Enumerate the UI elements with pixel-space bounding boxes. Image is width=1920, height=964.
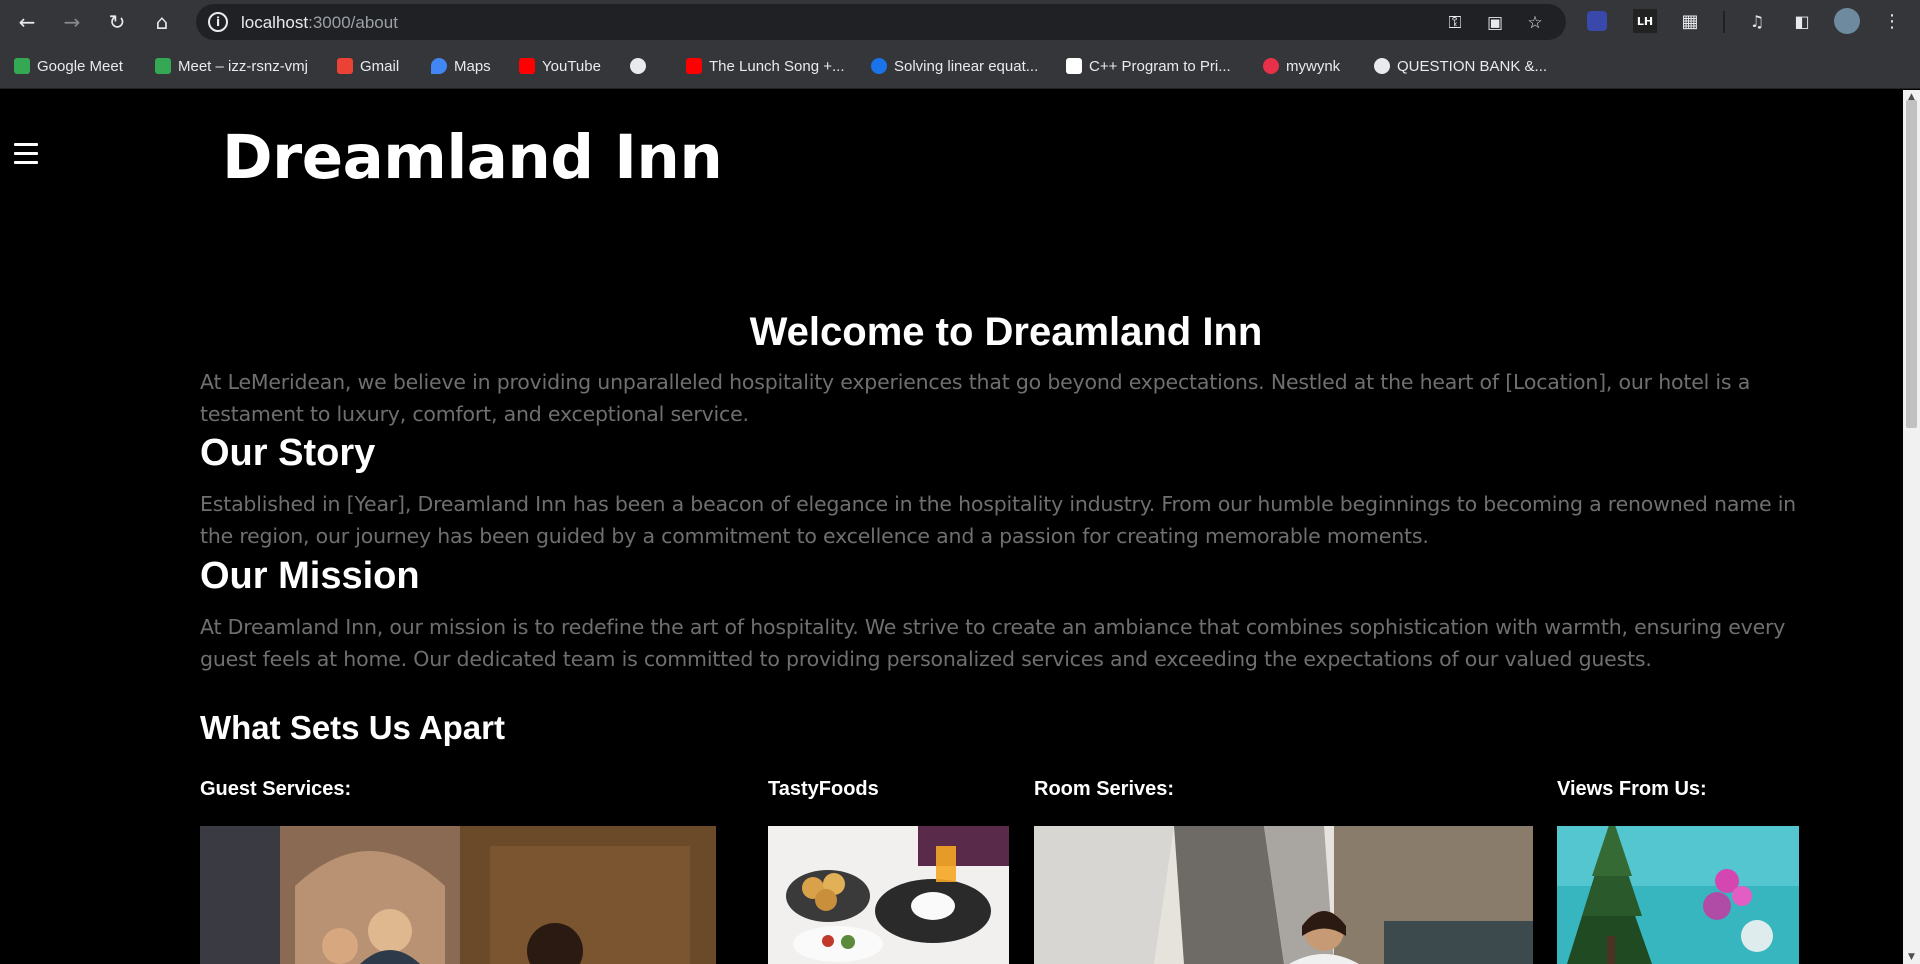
extension-reader-icon[interactable] (1587, 11, 1607, 31)
bookmark-label: The Lunch Song +... (709, 57, 845, 75)
story-heading: Our Story (200, 432, 376, 474)
address-bar[interactable]: i localhost:3000/about ⚿ ▣ ☆ (196, 4, 1566, 40)
cymath-icon (871, 58, 887, 74)
profile-avatar[interactable] (1834, 8, 1860, 34)
bookmark-item[interactable]: mywynk (1263, 55, 1340, 77)
room-service-photo (1034, 826, 1533, 964)
feature-title-guest-services: Guest Services: (200, 778, 352, 800)
youtube-icon (519, 58, 535, 74)
back-arrow-icon[interactable]: ← (13, 8, 41, 36)
media-control-icon[interactable]: ♫ (1745, 9, 1769, 33)
forward-arrow-icon[interactable]: → (58, 8, 86, 36)
url-host: localhost (241, 13, 309, 32)
nav-login[interactable]: Login (1644, 137, 1683, 155)
bookmark-star-icon[interactable]: ☆ (1524, 12, 1546, 34)
bookmark-label: Solving linear equat... (894, 57, 1039, 75)
tree-view-photo (1557, 826, 1799, 964)
bookmark-item[interactable]: Google Meet (14, 55, 123, 77)
bookmark-label: Google Meet (37, 57, 123, 75)
story-text: Established in [Year], Dreamland Inn has… (200, 492, 1796, 548)
nav-register[interactable]: Register (1760, 137, 1820, 155)
feature-title-views: Views From Us: (1557, 778, 1707, 800)
welcome-text: At LeMeridean, we believe in providing u… (200, 370, 1751, 426)
bookmark-label: Maps (454, 57, 491, 75)
bookmark-item[interactable] (630, 55, 653, 77)
toolbar-divider (1723, 11, 1725, 33)
bookmarks-bar: Google Meet Meet – izz-rsnz-vmj Gmail Ma… (0, 43, 1920, 89)
gmail-icon (337, 58, 353, 74)
menu-kebab-icon[interactable]: ⋮ (1880, 9, 1904, 33)
welcome-heading: Welcome to Dreamland Inn (749, 310, 1263, 354)
bookmark-item[interactable]: QUESTION BANK &... (1374, 55, 1547, 77)
bookmark-item[interactable]: Solving linear equat... (871, 55, 1038, 77)
breakfast-table-photo (768, 826, 1009, 964)
feature-title-tasty-foods: TastyFoods (768, 778, 879, 800)
bookmark-label: C++ Program to Pri... (1089, 57, 1231, 75)
google-meet-icon (155, 58, 171, 74)
address-url[interactable]: localhost:3000/about (241, 13, 398, 33)
mission-heading: Our Mission (200, 555, 420, 597)
google-meet-icon (14, 58, 30, 74)
feature-title-room-services: Room Serives: (1034, 778, 1175, 800)
mission-text: At Dreamland Inn, our mission is to rede… (200, 615, 1786, 671)
install-app-icon[interactable]: ▣ (1484, 12, 1506, 34)
wynk-music-icon (1263, 58, 1279, 74)
nav-rooms[interactable]: Rooms (1245, 137, 1296, 155)
hamburger-menu-icon[interactable] (14, 143, 38, 164)
apart-heading: What Sets Us Apart (200, 709, 505, 746)
bookmark-item[interactable]: C++ Program to Pri... (1066, 55, 1231, 77)
scroll-thumb[interactable] (1906, 100, 1917, 428)
bookmark-label: QUESTION BANK &... (1397, 57, 1548, 75)
reload-icon[interactable]: ↻ (103, 8, 131, 36)
site-info-icon[interactable]: i (208, 12, 228, 32)
home-icon[interactable]: ⌂ (148, 8, 176, 36)
bookmark-item[interactable]: Gmail (337, 55, 399, 77)
side-panel-icon[interactable]: ◧ (1790, 9, 1814, 33)
nav-about[interactable]: About (1377, 137, 1419, 155)
nav-home[interactable]: Home (1122, 137, 1165, 155)
bookmark-label: Gmail (360, 57, 400, 75)
extensions-puzzle-icon[interactable]: ▦ (1678, 9, 1702, 33)
bookmark-label: Meet – izz-rsnz-vmj (178, 57, 309, 75)
maps-pin-icon (431, 58, 447, 74)
page-scrollbar[interactable]: ▲ ▼ (1903, 90, 1920, 964)
nav-contact[interactable]: Contact (1500, 137, 1555, 155)
bookmark-item[interactable]: The Lunch Song +... (686, 55, 845, 77)
password-key-icon[interactable]: ⚿ (1444, 12, 1466, 34)
youtube-icon (686, 58, 702, 74)
globe-icon (1374, 58, 1390, 74)
lighthouse-extension-icon[interactable]: LH (1633, 9, 1657, 33)
bookmark-label: mywynk (1286, 57, 1341, 75)
globe-icon (630, 58, 646, 74)
about-page: Dreamland Inn Home Rooms About Contact L… (0, 90, 1903, 964)
bookmark-item[interactable]: YouTube (519, 55, 601, 77)
browser-toolbar: ← → ↻ ⌂ i localhost:3000/about ⚿ ▣ ☆ LH … (0, 0, 1920, 43)
bookmark-item[interactable]: Maps (431, 55, 491, 77)
bookmark-item[interactable]: Meet – izz-rsnz-vmj (155, 55, 308, 77)
guest-services-photo (200, 826, 716, 964)
cpp-site-icon (1066, 58, 1082, 74)
scroll-down-arrow-icon[interactable]: ▼ (1906, 952, 1917, 962)
bookmark-label: YouTube (542, 57, 601, 75)
site-brand[interactable]: Dreamland Inn (222, 122, 723, 193)
url-path: :3000/about (308, 13, 398, 32)
